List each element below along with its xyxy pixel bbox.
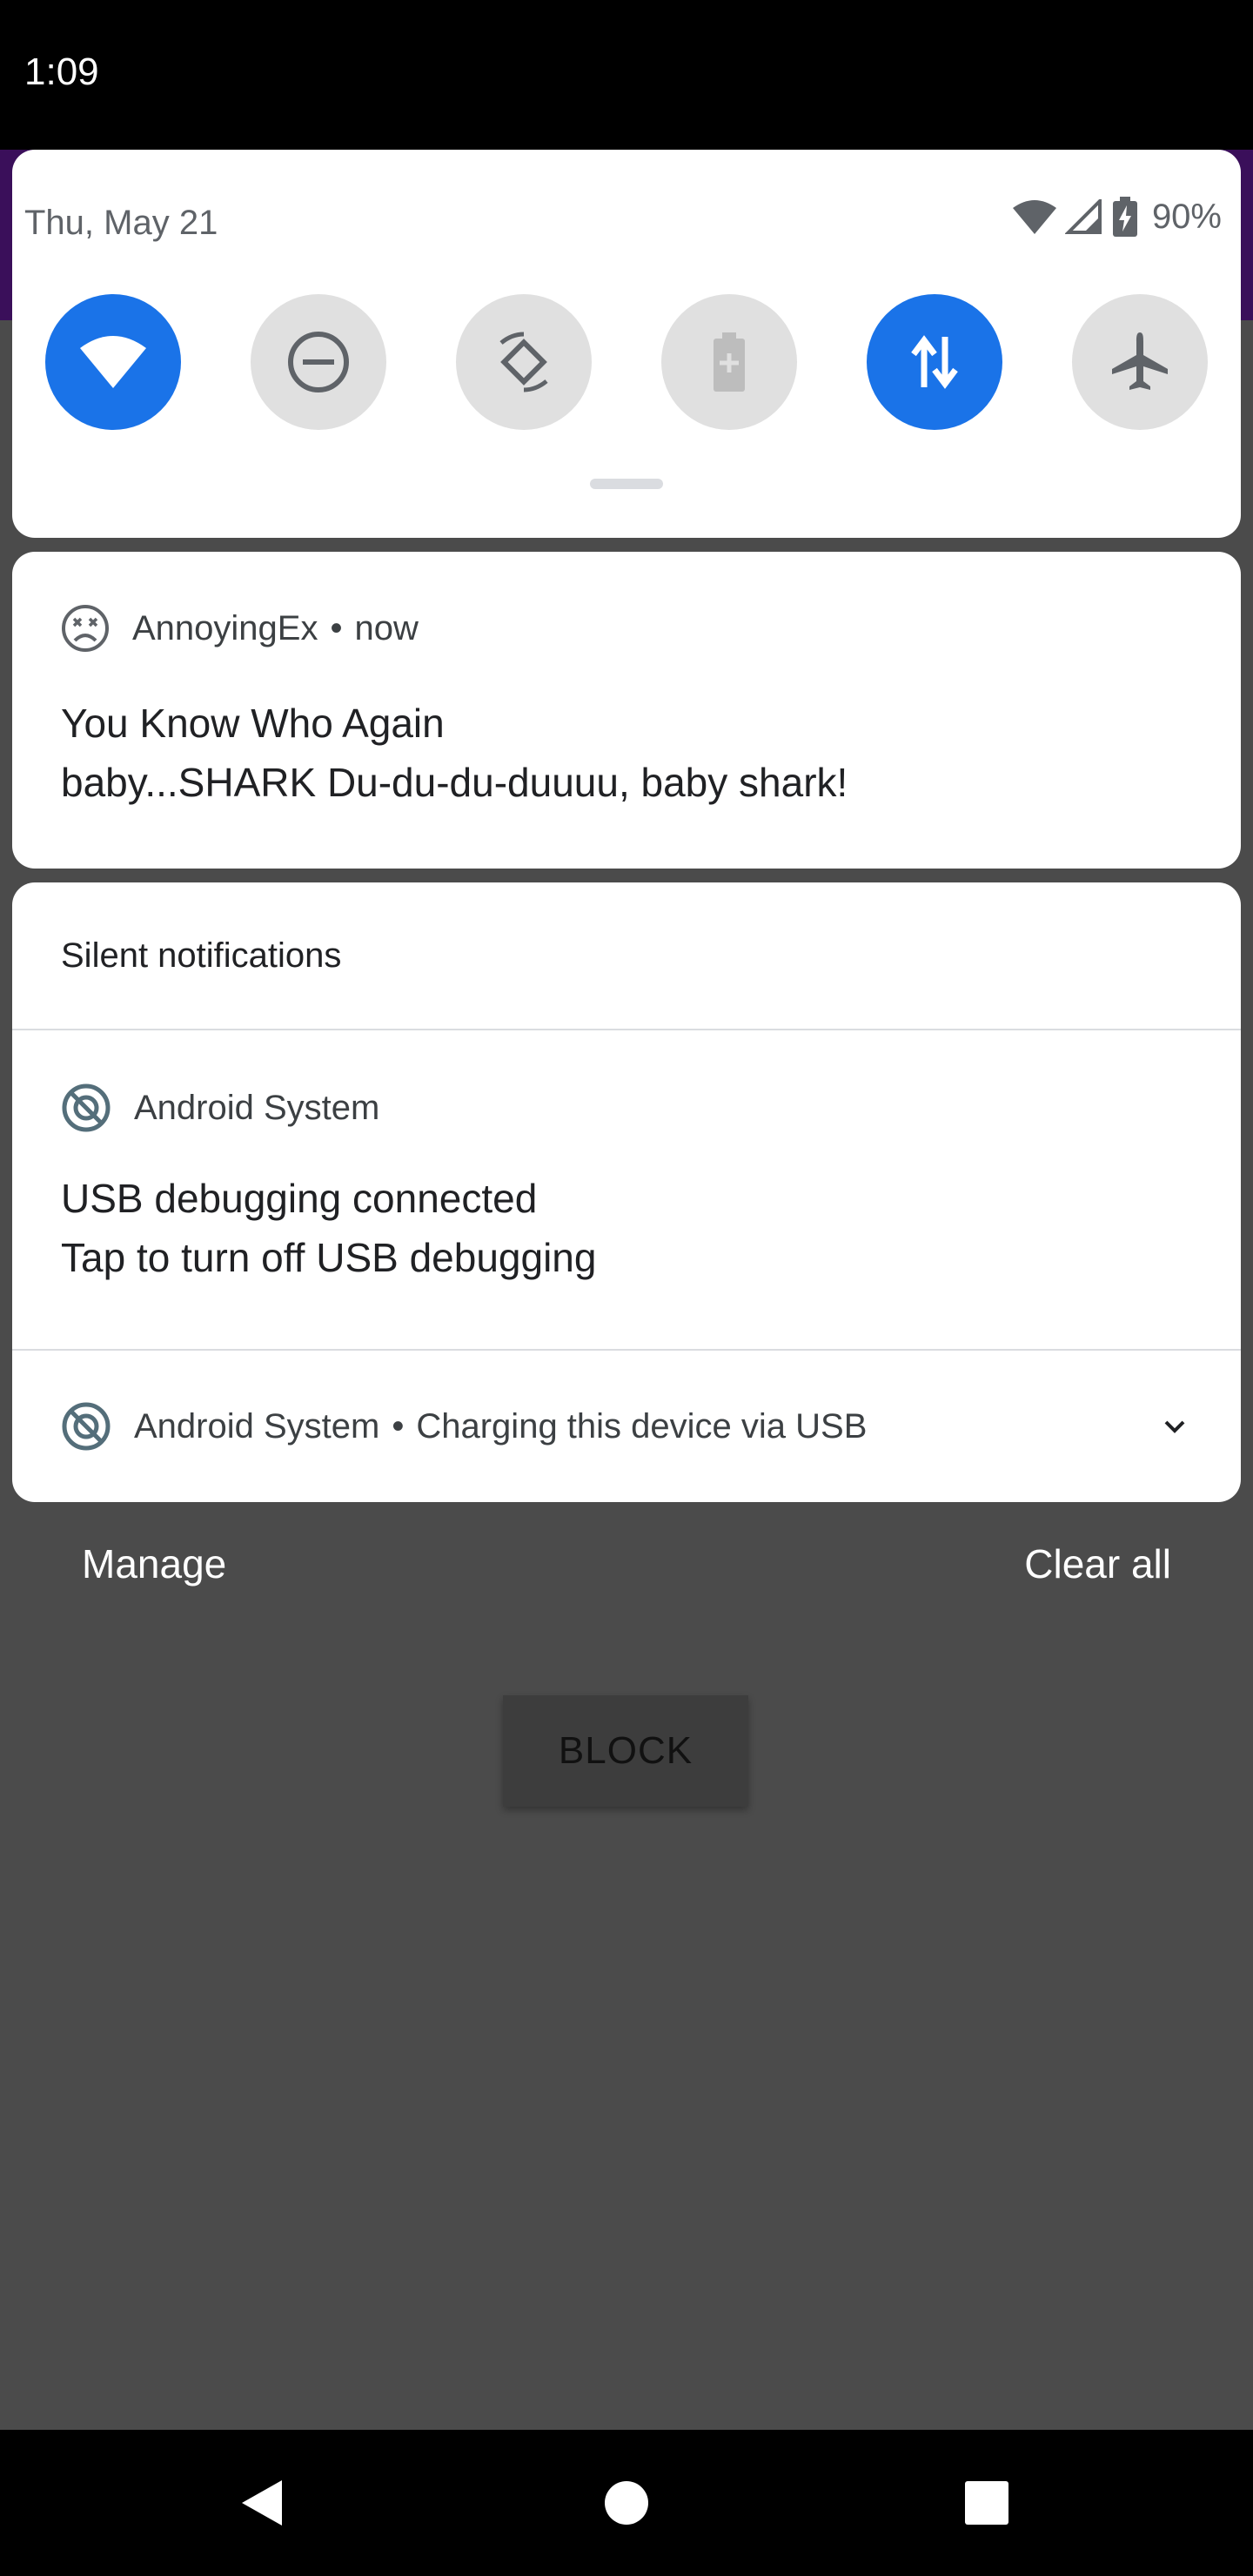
app-name: AnnoyingEx — [132, 608, 318, 647]
notification-text: Tap to turn off USB debugging — [61, 1235, 597, 1280]
notification-header: Android System • Charging this device vi… — [61, 1401, 867, 1452]
app-name: Android System — [134, 1406, 380, 1446]
chevron-down-icon[interactable] — [1157, 1410, 1192, 1445]
notification-header: AnnoyingEx • now — [61, 604, 419, 653]
clock: 1:09 — [24, 50, 99, 93]
separator: • — [330, 608, 343, 647]
date-label: Thu, May 21 — [24, 204, 218, 242]
back-icon[interactable] — [237, 2477, 285, 2529]
block-button[interactable]: BLOCK — [503, 1695, 748, 1807]
battery-percent: 90% — [1151, 197, 1222, 236]
battery-charging-icon — [1112, 197, 1137, 237]
app-name: Android System — [134, 1088, 380, 1127]
status-icons: 90% — [1012, 197, 1222, 237]
tile-do-not-disturb[interactable] — [251, 294, 386, 430]
do-not-disturb-icon — [288, 332, 349, 392]
clear-all-button[interactable]: Clear all — [1024, 1540, 1171, 1587]
tile-auto-rotate[interactable] — [456, 294, 592, 430]
status-bar: 1:09 — [0, 0, 1253, 150]
tile-airplane-mode[interactable] — [1072, 294, 1208, 430]
navigation-bar — [0, 2430, 1253, 2576]
wifi-icon — [80, 336, 146, 388]
divider — [12, 1029, 1241, 1030]
data-arrows-icon — [911, 335, 958, 389]
silent-notifications-group: Silent notifications Android System USB … — [12, 882, 1241, 1502]
tile-wifi[interactable] — [45, 294, 181, 430]
divider — [12, 1349, 1241, 1351]
manage-button[interactable]: Manage — [82, 1540, 226, 1587]
quick-settings-panel: Thu, May 21 90% — [12, 150, 1241, 538]
battery-saver-icon — [714, 332, 745, 392]
airplane-icon — [1112, 332, 1168, 390]
notification-title: You Know Who Again — [61, 701, 445, 746]
tile-mobile-data[interactable] — [867, 294, 1002, 430]
recents-icon[interactable] — [964, 2480, 1009, 2526]
notification-header: Android System — [61, 1083, 379, 1133]
tile-battery-saver[interactable] — [661, 294, 797, 430]
sad-face-icon — [62, 605, 109, 652]
cell-signal-icon — [1064, 199, 1102, 234]
section-header: Silent notifications — [61, 936, 342, 975]
android-system-icon — [62, 1083, 111, 1132]
notification-text: baby...SHARK Du-du-du-duuuu, baby shark! — [61, 760, 848, 805]
wifi-signal-icon — [1012, 200, 1056, 234]
notification-title: USB debugging connected — [61, 1176, 538, 1221]
auto-rotate-icon — [499, 332, 548, 392]
notification-summary: Charging this device via USB — [416, 1406, 868, 1446]
home-icon[interactable] — [603, 2479, 650, 2526]
android-system-icon — [62, 1402, 111, 1451]
quick-settings-tiles — [45, 294, 1220, 430]
notification-annoyingex[interactable]: AnnoyingEx • now You Know Who Again baby… — [12, 552, 1241, 869]
separator: • — [392, 1406, 405, 1446]
drag-handle[interactable] — [590, 479, 663, 489]
notification-time: now — [354, 608, 419, 647]
